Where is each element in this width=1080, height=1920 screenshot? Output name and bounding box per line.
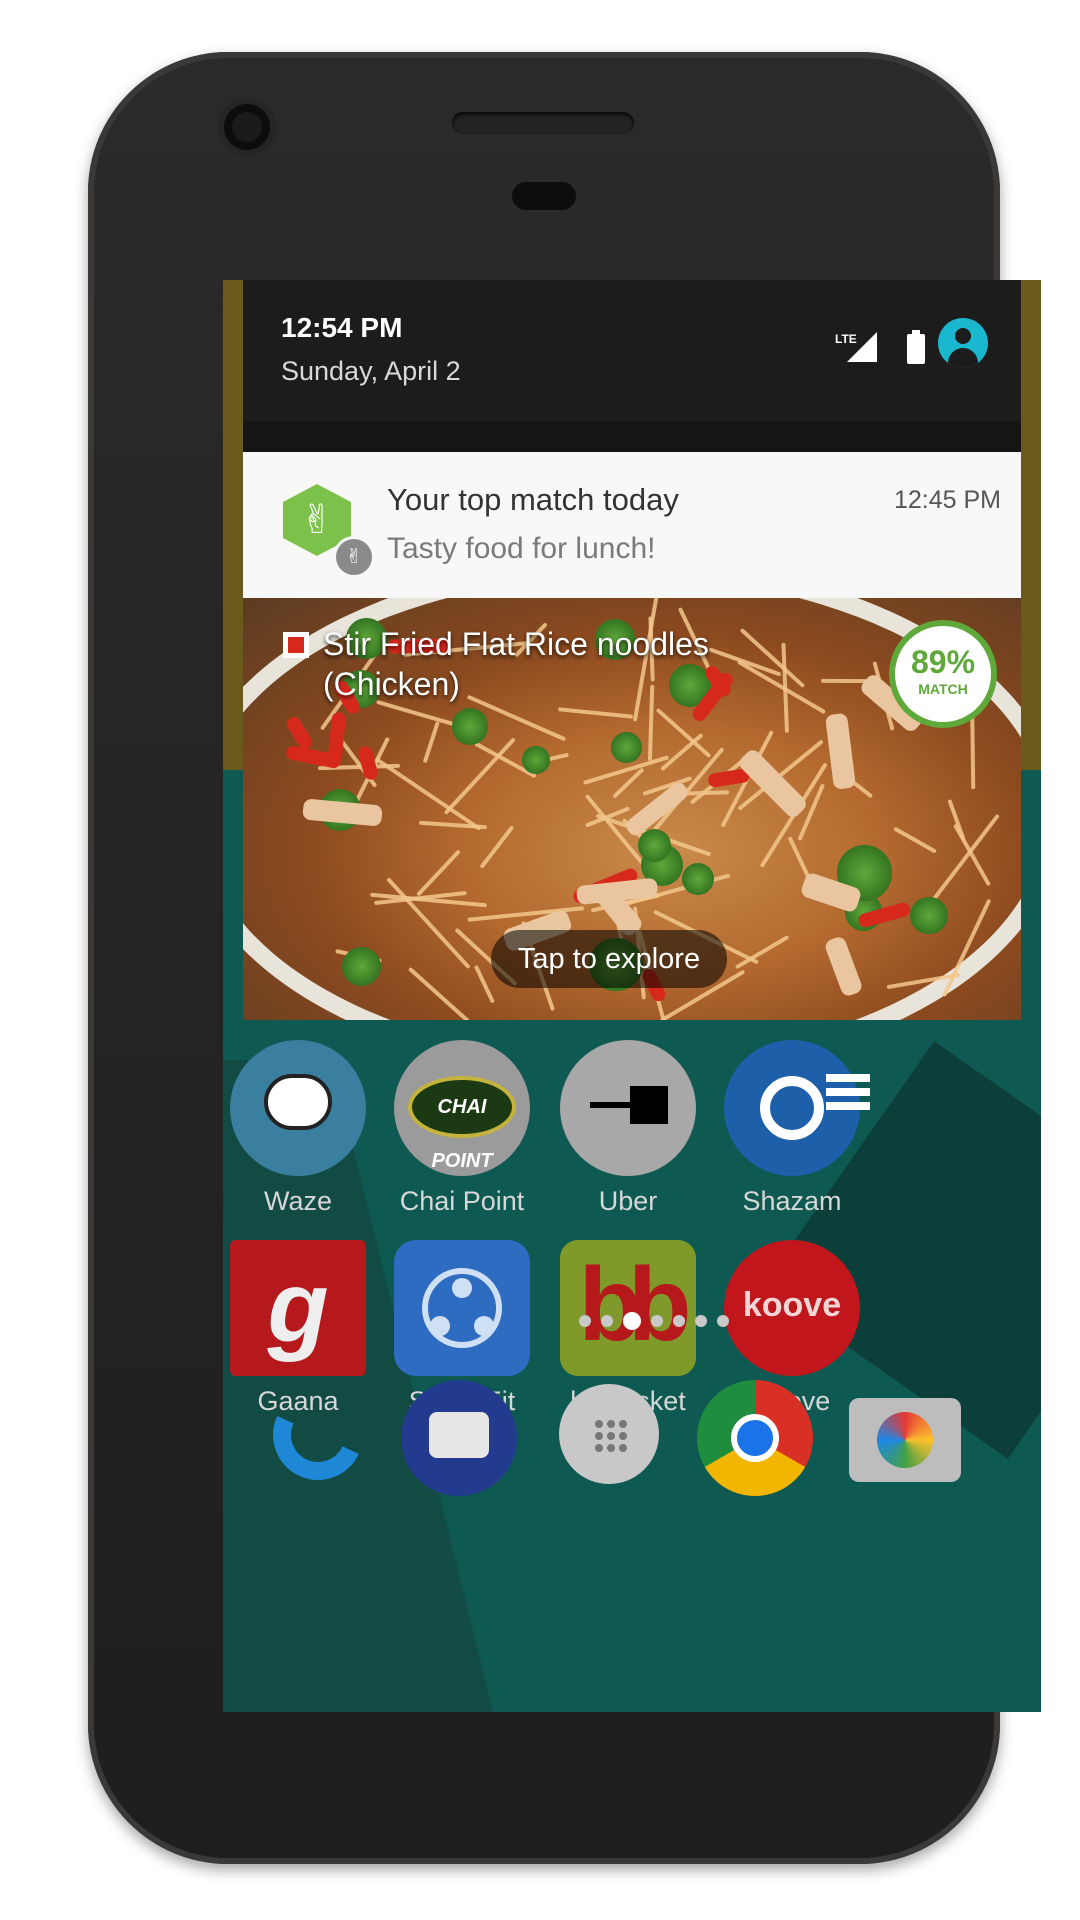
status-shade (243, 422, 1021, 452)
app-chai-point[interactable]: CHAI POINT Chai Point (387, 1040, 537, 1217)
chai-point-icon: CHAI POINT (394, 1040, 530, 1176)
broccoli (522, 746, 550, 774)
page-dot[interactable] (579, 1315, 591, 1327)
page-indicator[interactable] (579, 1312, 729, 1330)
app-waze[interactable]: Waze (223, 1040, 373, 1217)
app-label: Waze (263, 1186, 332, 1216)
small-app-icon: ✌ (333, 536, 375, 578)
notification-subtitle: Tasty food for lunch! (387, 532, 656, 565)
koove-icon: koove (724, 1240, 860, 1376)
broccoli (681, 862, 715, 895)
waze-icon (230, 1040, 366, 1176)
app-label: Chai Point (399, 1186, 525, 1216)
notification-title: Your top match today (387, 482, 679, 517)
quick-settings-header[interactable]: 12:54 PM Sunday, April 2 LTE (243, 280, 1021, 422)
app-icon: ✌ ✌ (283, 484, 375, 578)
broccoli (451, 708, 488, 745)
page-dot[interactable] (651, 1315, 663, 1327)
proximity-sensor (512, 182, 576, 210)
signal-icon (847, 332, 877, 362)
messages-icon[interactable] (401, 1380, 517, 1496)
earpiece-speaker (452, 112, 634, 134)
dock (223, 1377, 1041, 1510)
app-label: Uber (598, 1186, 658, 1216)
page-dot[interactable] (695, 1315, 707, 1327)
broccoli (637, 828, 672, 862)
page-dot[interactable] (717, 1315, 729, 1327)
battery-icon (907, 330, 925, 364)
phone-frame: 12:54 PM Sunday, April 2 LTE ✌ ✌ Your to… (88, 52, 1041, 1864)
notification-time: 12:45 PM (893, 486, 1001, 514)
shazam-icon (724, 1040, 870, 1176)
broccoli (611, 732, 643, 763)
page-dot[interactable] (673, 1315, 685, 1327)
date: Sunday, April 2 (281, 356, 461, 386)
app-shazam[interactable]: Shazam (717, 1040, 870, 1217)
front-camera (224, 104, 270, 150)
notification-card[interactable]: ✌ ✌ Your top match today 12:45 PM Tasty … (243, 452, 1021, 598)
broccoli (341, 946, 381, 986)
user-account-icon[interactable] (938, 318, 988, 368)
app-uber[interactable]: Uber (553, 1040, 703, 1217)
match-percent: 89% (910, 644, 976, 680)
app-drawer-icon[interactable] (555, 1380, 671, 1496)
phone-icon[interactable] (260, 1377, 379, 1496)
noodle-strand (969, 710, 975, 790)
match-label: MATCH (918, 681, 968, 697)
non-veg-icon (283, 632, 309, 658)
camera-icon[interactable] (847, 1380, 963, 1496)
food-image[interactable]: Stir Fried Flat Rice noodles (Chicken) 8… (243, 598, 1021, 1020)
chrome-icon[interactable] (697, 1380, 813, 1496)
shareit-icon (394, 1240, 530, 1376)
page-dot[interactable] (601, 1315, 613, 1327)
app-label: Shazam (742, 1186, 842, 1216)
uber-icon (560, 1040, 696, 1176)
menu-lines-icon (826, 1074, 870, 1082)
bigbasket-icon: bb (560, 1240, 696, 1376)
page-dot[interactable] (623, 1312, 641, 1330)
chai-point-logo: CHAI POINT (408, 1076, 516, 1172)
screen: 12:54 PM Sunday, April 2 LTE ✌ ✌ Your to… (223, 280, 1041, 1712)
match-badge: 89% MATCH (895, 626, 991, 722)
dish-name: Stir Fried Flat Rice noodles (Chicken) (323, 626, 709, 702)
broccoli (910, 896, 948, 935)
gaana-icon: g (230, 1240, 366, 1376)
clock: 12:54 PM (281, 312, 403, 343)
tap-to-explore-button[interactable]: Tap to explore (491, 930, 727, 988)
